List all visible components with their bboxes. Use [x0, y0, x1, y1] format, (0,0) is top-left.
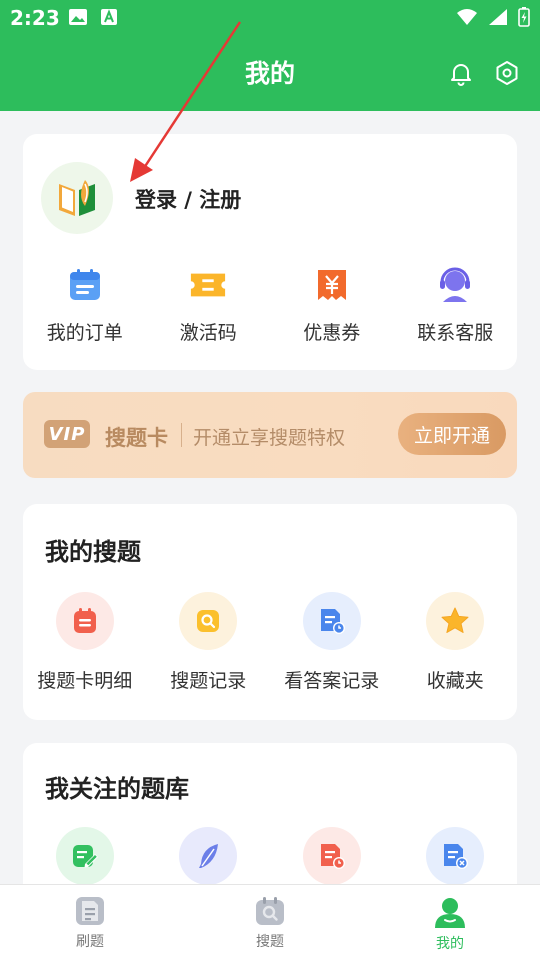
divider	[181, 423, 182, 447]
activation-code-button[interactable]: 激活码	[147, 266, 271, 345]
yen-coupon-icon	[313, 266, 351, 304]
coupons-button[interactable]: 优惠券	[270, 266, 394, 345]
grid-label: 搜题记录	[170, 670, 247, 692]
signal-icon	[489, 9, 507, 25]
headset-icon	[436, 266, 474, 304]
doc-cancel-icon	[426, 827, 485, 885]
my-orders-button[interactable]: 我的订单	[23, 266, 147, 345]
quick-action-label: 我的订单	[46, 322, 123, 344]
favorites-button[interactable]: 收藏夹	[394, 592, 518, 693]
ticket-code-icon	[189, 266, 227, 304]
person-icon	[435, 898, 465, 928]
followed-item[interactable]	[394, 827, 518, 885]
grid-label: 搜题卡明细	[37, 670, 133, 692]
status-time: 2:23	[10, 6, 60, 30]
open-vip-button[interactable]: 立即开通	[398, 413, 506, 455]
search-doc-icon	[179, 592, 238, 650]
tab-mine[interactable]: 我的	[360, 885, 540, 960]
vip-badge: VIP	[44, 420, 90, 448]
vip-title: 搜题卡	[105, 426, 168, 450]
my-search-grid: 搜题卡明细 搜题记录 看答案记录 收藏夹	[23, 592, 517, 693]
profile-card: 登录 / 注册 我的订单 激活码 优惠券 联系客服	[23, 134, 517, 370]
customer-service-button[interactable]: 联系客服	[394, 266, 518, 345]
avatar[interactable]	[41, 162, 113, 234]
bell-icon[interactable]	[448, 60, 474, 86]
grid-label: 看答案记录	[284, 670, 380, 692]
doc-clock-icon	[302, 827, 361, 885]
tab-practice[interactable]: 刷题	[0, 885, 180, 960]
doc-icon	[76, 897, 104, 925]
section-title: 我关注的题库	[45, 775, 189, 803]
my-search-card: 我的搜题 搜题卡明细 搜题记录 看答案记录 收藏夹	[23, 504, 517, 720]
status-bar: 2:23	[0, 0, 540, 36]
vip-description: 开通立享搜题特权	[193, 427, 346, 449]
followed-item[interactable]	[23, 827, 147, 885]
quick-action-label: 激活码	[179, 322, 237, 344]
wifi-icon	[457, 9, 477, 25]
star-icon	[426, 592, 485, 650]
feather-icon	[179, 827, 238, 885]
grid-label: 收藏夹	[426, 670, 484, 692]
followed-grid	[23, 827, 517, 885]
followed-item[interactable]	[147, 827, 271, 885]
notepad-icon	[55, 592, 114, 650]
search-tab-icon	[256, 897, 284, 925]
quick-action-label: 联系客服	[417, 322, 494, 344]
quick-action-label: 优惠券	[303, 322, 361, 344]
tab-label: 我的	[436, 936, 464, 952]
vip-banner[interactable]: VIP 搜题卡 开通立享搜题特权 立即开通	[23, 392, 517, 478]
bottom-tab-bar: 刷题 搜题 我的	[0, 884, 540, 960]
followed-item[interactable]	[270, 827, 394, 885]
login-register-link[interactable]: 登录 / 注册	[135, 184, 241, 214]
tab-search[interactable]: 搜题	[180, 885, 360, 960]
edit-note-icon	[55, 827, 114, 885]
calendar-list-icon	[66, 266, 104, 304]
answer-history-button[interactable]: 看答案记录	[270, 592, 394, 693]
book-logo-icon	[59, 180, 95, 216]
battery-icon	[518, 7, 530, 27]
tab-label: 搜题	[256, 934, 284, 950]
section-title: 我的搜题	[45, 538, 141, 566]
search-history-button[interactable]: 搜题记录	[147, 592, 271, 693]
image-icon	[69, 9, 87, 25]
top-header: 2:23 我的	[0, 0, 540, 111]
quick-actions: 我的订单 激活码 优惠券 联系客服	[23, 266, 517, 345]
gear-icon[interactable]	[494, 60, 520, 86]
app-notification-icon	[101, 9, 117, 25]
doc-clock-icon	[302, 592, 361, 650]
tab-label: 刷题	[76, 934, 104, 950]
search-card-detail-button[interactable]: 搜题卡明细	[23, 592, 147, 693]
